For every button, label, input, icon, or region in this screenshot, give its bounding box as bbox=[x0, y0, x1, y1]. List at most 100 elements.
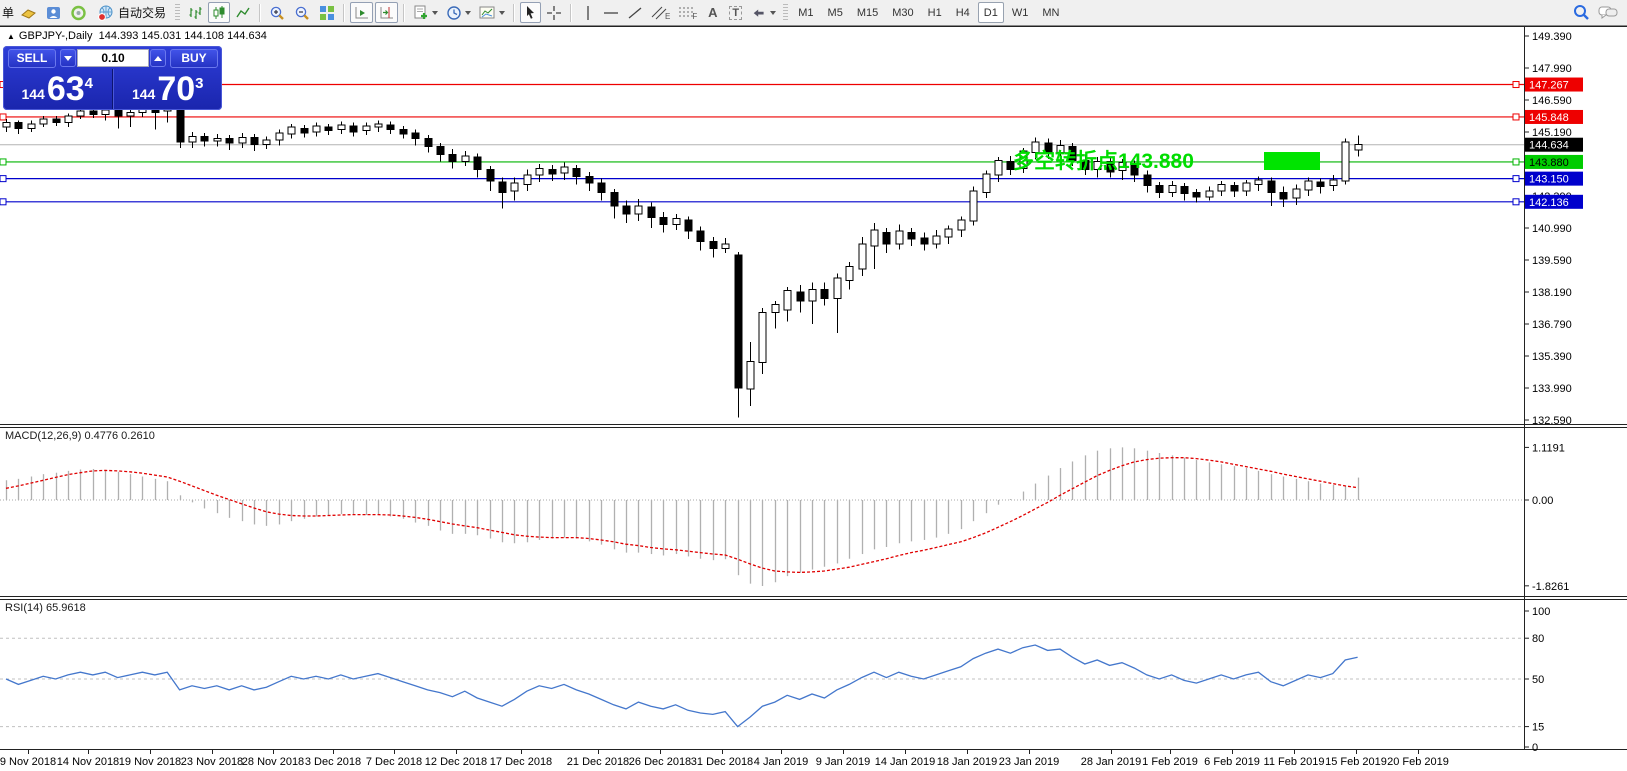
volume-decrease-button[interactable] bbox=[60, 49, 76, 67]
svg-text:26 Dec 2018: 26 Dec 2018 bbox=[629, 756, 691, 768]
svg-text:0: 0 bbox=[1532, 742, 1538, 754]
auto-scroll-icon[interactable] bbox=[350, 2, 373, 23]
volume-increase-button[interactable] bbox=[150, 49, 166, 67]
timeframe-m15[interactable]: M15 bbox=[851, 2, 884, 23]
timeframe-h4[interactable]: H4 bbox=[950, 2, 976, 23]
templates-dropdown[interactable] bbox=[476, 2, 508, 23]
svg-text:20 Feb 2019: 20 Feb 2019 bbox=[1387, 756, 1449, 768]
chart-shift-icon[interactable] bbox=[375, 2, 398, 23]
timeframe-mn[interactable]: MN bbox=[1036, 2, 1065, 23]
profile-icon[interactable] bbox=[42, 2, 65, 23]
tile-windows-icon[interactable] bbox=[316, 2, 338, 23]
mql-community-icon[interactable] bbox=[67, 2, 90, 23]
timeframe-group: M1M5M15M30H1H4D1W1MN bbox=[791, 2, 1066, 23]
up-triangle-icon bbox=[154, 56, 162, 61]
vertical-line-tool[interactable] bbox=[577, 2, 598, 23]
chart-title: ▲GBPJPY-,Daily 144.393 145.031 144.108 1… bbox=[7, 30, 267, 42]
macd-label: MACD(12,26,9) 0.4776 0.2610 bbox=[5, 430, 155, 442]
svg-text:100: 100 bbox=[1532, 606, 1550, 618]
svg-text:7 Dec 2018: 7 Dec 2018 bbox=[366, 756, 422, 768]
svg-text:0.00: 0.00 bbox=[1532, 495, 1553, 507]
cursor-tool[interactable] bbox=[520, 2, 541, 23]
svg-text:3 Dec 2018: 3 Dec 2018 bbox=[305, 756, 361, 768]
timeframe-m5[interactable]: M5 bbox=[822, 2, 849, 23]
svg-text:9 Nov 2018: 9 Nov 2018 bbox=[0, 756, 56, 768]
svg-text:145.848: 145.848 bbox=[1529, 112, 1569, 124]
svg-text:17 Dec 2018: 17 Dec 2018 bbox=[490, 756, 552, 768]
svg-text:28 Nov 2018: 28 Nov 2018 bbox=[242, 756, 304, 768]
one-click-trading-panel: SELL BUY 144 63 4 144 70 3 bbox=[3, 46, 222, 110]
crosshair-tool[interactable] bbox=[543, 2, 565, 23]
svg-text:4 Jan 2019: 4 Jan 2019 bbox=[754, 756, 808, 768]
svg-text:1.1191: 1.1191 bbox=[1532, 442, 1565, 454]
chat-icon[interactable] bbox=[1595, 2, 1621, 23]
svg-text:136.790: 136.790 bbox=[1532, 319, 1572, 331]
symbol-marker-icon: ▲ bbox=[7, 32, 15, 41]
svg-text:多空转折点143.880: 多空转折点143.880 bbox=[1013, 149, 1194, 173]
date-axis: 9 Nov 201814 Nov 201819 Nov 201823 Nov 2… bbox=[0, 750, 1449, 769]
toolbar: 单 自动交易 E F A T M1M5M15M30H1H4D1W1MN bbox=[0, 0, 1627, 26]
svg-text:133.990: 133.990 bbox=[1532, 383, 1572, 395]
shapes-dropdown[interactable] bbox=[748, 2, 779, 23]
bar-chart-icon[interactable] bbox=[184, 2, 206, 23]
candlestick-chart-icon[interactable] bbox=[208, 2, 230, 23]
svg-text:80: 80 bbox=[1532, 633, 1544, 645]
timeframe-m30[interactable]: M30 bbox=[886, 2, 919, 23]
timeframe-w1[interactable]: W1 bbox=[1006, 2, 1035, 23]
auto-trading-button[interactable]: 自动交易 bbox=[92, 2, 171, 23]
fibonacci-tool[interactable]: F bbox=[675, 2, 700, 23]
hline-143.150[interactable] bbox=[0, 176, 1524, 182]
svg-text:146.590: 146.590 bbox=[1532, 95, 1572, 107]
equidistant-channel-tool[interactable]: E bbox=[648, 2, 673, 23]
chart-symbol: GBPJPY-,Daily bbox=[19, 30, 93, 42]
svg-text:14 Nov 2018: 14 Nov 2018 bbox=[57, 756, 119, 768]
annotation-text[interactable]: 多空转折点143.880 bbox=[1013, 149, 1194, 173]
svg-text:15 Feb 2019: 15 Feb 2019 bbox=[1325, 756, 1387, 768]
svg-text:50: 50 bbox=[1532, 674, 1544, 686]
trendline-tool[interactable] bbox=[624, 2, 646, 23]
timeframe-h1[interactable]: H1 bbox=[922, 2, 948, 23]
timeframe-m1[interactable]: M1 bbox=[792, 2, 819, 23]
hline-147.267[interactable] bbox=[0, 82, 1524, 88]
toolbar-grip bbox=[783, 4, 788, 22]
svg-text:145.190: 145.190 bbox=[1532, 127, 1572, 139]
buy-button[interactable]: BUY bbox=[170, 49, 218, 68]
new-order-icon[interactable] bbox=[17, 2, 40, 23]
svg-text:21 Dec 2018: 21 Dec 2018 bbox=[567, 756, 629, 768]
chart-canvas[interactable]: 149.390147.990146.590145.190143.790142.3… bbox=[0, 0, 1627, 771]
horizontal-line-tool[interactable] bbox=[600, 2, 622, 23]
line-chart-icon[interactable] bbox=[232, 2, 254, 23]
svg-text:11 Feb 2019: 11 Feb 2019 bbox=[1264, 756, 1325, 768]
svg-text:12 Dec 2018: 12 Dec 2018 bbox=[425, 756, 487, 768]
svg-text:23 Nov 2018: 23 Nov 2018 bbox=[181, 756, 243, 768]
rsi-line bbox=[6, 645, 1358, 727]
periods-dropdown[interactable] bbox=[443, 2, 474, 23]
hline-145.848[interactable] bbox=[0, 114, 1524, 120]
svg-text:142.136: 142.136 bbox=[1529, 197, 1569, 209]
order-button[interactable]: 单 bbox=[2, 4, 14, 21]
highlight-rectangle[interactable] bbox=[1264, 152, 1320, 170]
search-icon[interactable] bbox=[1569, 2, 1593, 23]
hline-142.136[interactable] bbox=[0, 199, 1524, 205]
volume-input[interactable] bbox=[77, 49, 149, 67]
rsi-label: RSI(14) 65.9618 bbox=[5, 602, 86, 614]
svg-text:143.150: 143.150 bbox=[1529, 174, 1569, 186]
svg-text:18 Jan 2019: 18 Jan 2019 bbox=[937, 756, 998, 768]
text-tool[interactable]: A bbox=[702, 2, 723, 23]
svg-text:139.590: 139.590 bbox=[1532, 255, 1572, 267]
indicators-dropdown[interactable] bbox=[410, 2, 441, 23]
svg-text:143.880: 143.880 bbox=[1529, 157, 1569, 169]
text-label-tool[interactable]: T bbox=[725, 2, 746, 23]
svg-text:31 Dec 2018: 31 Dec 2018 bbox=[691, 756, 753, 768]
svg-text:23 Jan 2019: 23 Jan 2019 bbox=[999, 756, 1060, 768]
timeframe-d1[interactable]: D1 bbox=[978, 2, 1004, 23]
rsi-pane: 1008050150 bbox=[0, 606, 1550, 754]
svg-text:1 Feb 2019: 1 Feb 2019 bbox=[1142, 756, 1198, 768]
buy-price[interactable]: 144 70 3 bbox=[113, 69, 223, 109]
sell-price[interactable]: 144 63 4 bbox=[3, 69, 113, 109]
zoom-out-icon[interactable] bbox=[291, 2, 314, 23]
sell-button[interactable]: SELL bbox=[8, 49, 56, 68]
down-triangle-icon bbox=[64, 56, 72, 61]
zoom-in-icon[interactable] bbox=[266, 2, 289, 23]
svg-text:28 Jan 2019: 28 Jan 2019 bbox=[1081, 756, 1142, 768]
